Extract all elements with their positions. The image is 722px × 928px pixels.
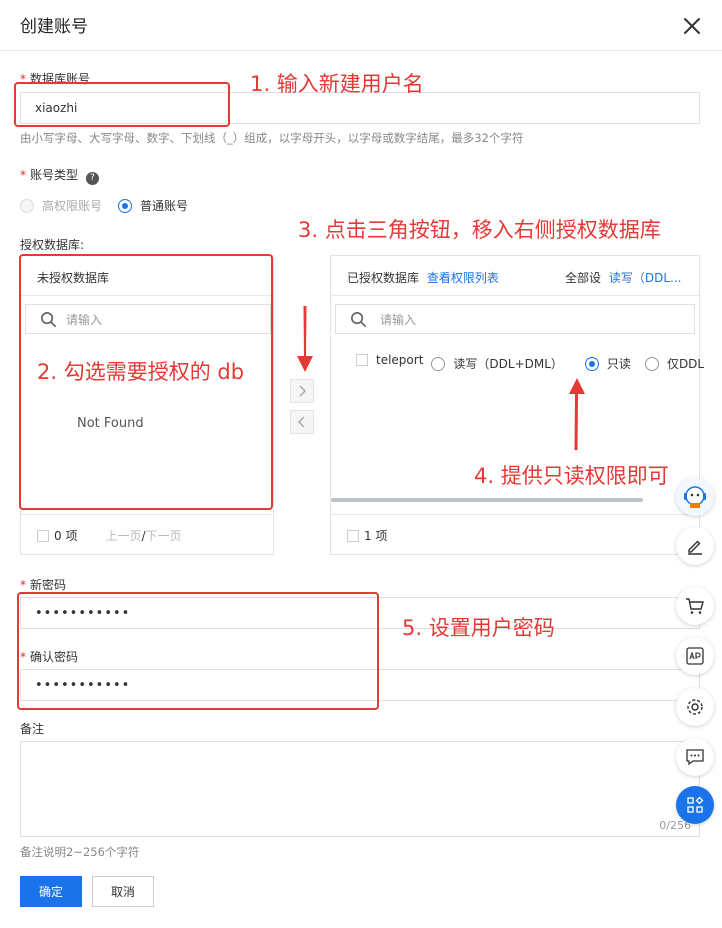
- radio-ddl-only[interactable]: [644, 356, 659, 371]
- chevron-right-icon: [299, 385, 307, 397]
- password-label: * 新密码: [20, 578, 67, 592]
- cart-button[interactable]: [676, 587, 714, 625]
- horizontal-scrollbar[interactable]: [331, 498, 643, 502]
- db-checkbox[interactable]: [356, 353, 368, 366]
- option-high-privilege: 高权限账号: [42, 199, 103, 213]
- annotation-3: 3. 点击三角按钮，移入右侧授权数据库: [298, 218, 661, 242]
- perm-ddl-only: 仅DDL: [666, 357, 705, 371]
- next-page[interactable]: 下一页: [146, 527, 182, 544]
- left-select-all-checkbox[interactable]: [37, 529, 49, 542]
- db-name: teleport: [376, 352, 424, 367]
- prev-page[interactable]: 上一页: [105, 527, 141, 544]
- edit-button[interactable]: [676, 527, 714, 565]
- remark-textarea[interactable]: 0/256: [20, 741, 700, 837]
- apps-grid-button[interactable]: [676, 786, 714, 824]
- perm-read-only: 只读: [606, 357, 631, 371]
- chevron-left-icon: [297, 416, 305, 428]
- set-all-row: 全部设 读写（DDL...: [565, 269, 681, 286]
- cancel-button[interactable]: 取消: [92, 876, 154, 907]
- right-count: 1 项: [364, 529, 388, 543]
- right-search-input[interactable]: 请输入: [335, 304, 695, 334]
- annotation-4: 4. 提供只读权限即可: [474, 464, 669, 488]
- right-search-placeholder: 请输入: [380, 312, 417, 327]
- left-footer: 0 项 上一页 / 下一页: [37, 527, 182, 544]
- set-all-label: 全部设: [565, 271, 602, 285]
- dialog-title: 创建账号: [20, 17, 88, 37]
- account-hint: 由小写字母、大写字母、数字、下划线（_）组成，以字母开头，以字母或数字结尾，最多…: [20, 131, 524, 145]
- app-icon: [686, 647, 704, 665]
- authorized-panel: 已授权数据库 查看权限列表 全部设 读写（DDL... 请输入 teleport…: [330, 255, 704, 555]
- right-select-all-checkbox[interactable]: [347, 529, 359, 542]
- annotation-5: 5. 设置用户密码: [402, 616, 555, 640]
- edit-icon: [688, 540, 702, 555]
- apps-grid-icon: [687, 796, 704, 813]
- radio-high-privilege[interactable]: [20, 198, 34, 213]
- assistant-avatar[interactable]: [676, 478, 714, 516]
- auth-label: 授权数据库:: [20, 238, 85, 252]
- arrow-up-icon: [569, 378, 585, 450]
- radio-read-only[interactable]: [584, 356, 599, 371]
- view-permissions-link[interactable]: 查看权限列表: [427, 271, 499, 285]
- chat-button[interactable]: [676, 738, 714, 776]
- arrow-down-icon: [297, 306, 313, 372]
- annotation-box-password: [17, 592, 379, 710]
- help-icon[interactable]: ?: [85, 172, 99, 185]
- set-all-link[interactable]: 读写（DDL...: [609, 271, 682, 285]
- annotation-box-account: [14, 82, 230, 127]
- settings-button[interactable]: [676, 688, 714, 726]
- move-right-button[interactable]: [290, 379, 314, 403]
- remark-label: 备注: [20, 722, 45, 736]
- option-normal: 普通账号: [140, 199, 189, 213]
- close-icon[interactable]: [682, 16, 702, 36]
- db-row: teleport 读写（DDL+DML） 只读 仅DDL: [356, 352, 705, 372]
- cart-icon: [686, 598, 704, 614]
- gear-icon: [687, 699, 703, 715]
- move-left-button[interactable]: [290, 410, 314, 434]
- radio-normal[interactable]: [118, 198, 133, 213]
- search-icon: [351, 312, 366, 327]
- right-footer: 1 项: [347, 527, 387, 544]
- radio-read-write[interactable]: [431, 356, 446, 371]
- header-divider: [0, 50, 722, 51]
- left-count: 0 项: [54, 529, 78, 543]
- annotation-1: 1. 输入新建用户名: [250, 72, 424, 96]
- perm-read-write: 读写（DDL+DML）: [453, 357, 563, 371]
- app-button[interactable]: [676, 637, 714, 675]
- ok-button[interactable]: 确定: [20, 876, 82, 907]
- assistant-robot-icon: [684, 486, 706, 508]
- authorized-header-row: 已授权数据库 查看权限列表: [347, 269, 499, 286]
- chat-icon: [686, 749, 704, 766]
- account-type-label: * 账号类型 ?: [20, 166, 99, 185]
- annotation-2: 2. 勾选需要授权的 db: [37, 360, 245, 384]
- authorized-header: 已授权数据库: [347, 271, 420, 285]
- remark-hint: 备注说明2~256个字符: [20, 845, 140, 859]
- account-type-group: 高权限账号 普通账号: [20, 197, 188, 214]
